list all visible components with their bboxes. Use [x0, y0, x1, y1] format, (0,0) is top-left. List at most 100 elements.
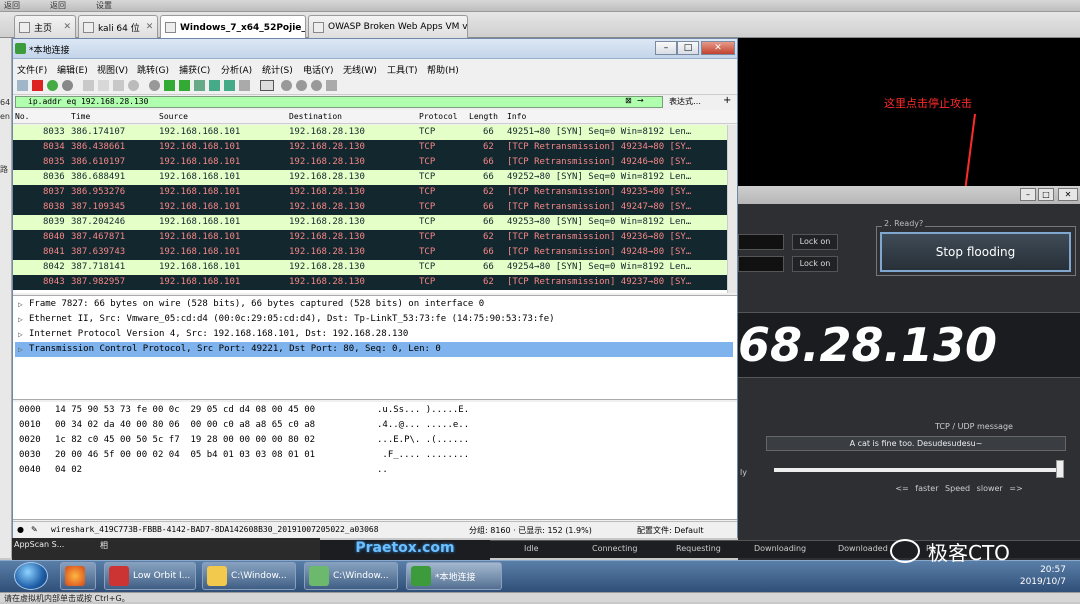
col-length[interactable]: Length	[469, 112, 498, 121]
stop-capture-icon[interactable]	[32, 80, 43, 91]
close-file-icon[interactable]	[113, 80, 124, 91]
speed-slider-track[interactable]	[774, 468, 1064, 472]
host-toolbar-item[interactable]: 返回	[50, 0, 66, 11]
menu-edit[interactable]: 编辑(E)	[57, 63, 88, 76]
edit-comment-icon[interactable]: ✎	[31, 525, 38, 534]
apply-filter-icon[interactable]: →	[637, 96, 644, 105]
table-row[interactable]: 8036 386.688491 192.168.168.101 192.168.28.…	[13, 170, 727, 185]
maximize-icon[interactable]: □	[677, 41, 699, 55]
table-row[interactable]: 8039 387.204246 192.168.168.101 192.168.28.…	[13, 215, 727, 230]
system-clock[interactable]: 20:57 2019/10/7	[1000, 564, 1066, 588]
hex-bytes[interactable]: 20 00 46 5f 00 00 02 04 05 b4 01 03 03 0…	[55, 448, 315, 463]
speed-slider-handle[interactable]	[1056, 460, 1064, 478]
taskbar-explorer-2[interactable]: C:\Window...	[304, 562, 398, 590]
col-time[interactable]: Time	[71, 112, 90, 121]
taskbar-low-orbit[interactable]: Low Orbit I...	[104, 562, 196, 590]
hex-offset[interactable]: 0020	[19, 433, 41, 448]
lock-on-ip-button[interactable]: Lock on	[792, 256, 838, 272]
taskbar-firefox[interactable]	[60, 562, 96, 590]
hex-ascii[interactable]: ...E.P\. .(......	[377, 433, 469, 448]
save-file-icon[interactable]	[98, 80, 109, 91]
close-icon[interactable]: ✕	[1058, 188, 1078, 201]
filter-expression-button[interactable]: 表达式…	[669, 96, 701, 107]
table-row[interactable]: 8040 387.467871 192.168.168.101 192.168.28.…	[13, 230, 727, 245]
table-row[interactable]: 8034 386.438661 192.168.168.101 192.168.28.…	[13, 140, 727, 155]
hex-ascii[interactable]: ..	[377, 463, 388, 478]
table-row[interactable]: 8043 387.982957 192.168.168.101 192.168.28.…	[13, 275, 727, 290]
table-row[interactable]: 8035 386.610197 192.168.168.101 192.168.28.…	[13, 155, 727, 170]
open-file-icon[interactable]	[83, 80, 94, 91]
options-gear-icon[interactable]	[62, 80, 73, 91]
hex-bytes[interactable]: 04 02	[55, 463, 82, 478]
col-no[interactable]: No.	[15, 112, 29, 121]
menu-go[interactable]: 跳转(G)	[137, 63, 169, 76]
minimize-icon[interactable]: –	[655, 41, 677, 55]
menu-capture[interactable]: 捕获(C)	[179, 63, 210, 76]
restart-capture-icon[interactable]	[47, 80, 58, 91]
close-icon[interactable]: ✕	[57, 22, 71, 32]
menu-telephony[interactable]: 电话(Y)	[303, 63, 334, 76]
display-filter-input[interactable]: ip.addr eq 192.168.28.130	[15, 96, 663, 108]
tab-kali[interactable]: kali 64 位 ✕	[78, 15, 158, 38]
detail-ipv4[interactable]: ▷ Internet Protocol Version 4, Src: 192.1…	[15, 327, 733, 342]
zoom-reset-icon[interactable]	[311, 80, 322, 91]
tab-windows7[interactable]: Windows_7_x64_52Pojie_2✕	[160, 15, 306, 39]
back-arrow-icon[interactable]	[164, 80, 175, 91]
menu-file[interactable]: 文件(F)	[17, 63, 47, 76]
table-row[interactable]: 8038 387.109345 192.168.168.101 192.168.28.…	[13, 200, 727, 215]
menu-analyze[interactable]: 分析(A)	[221, 63, 252, 76]
stop-flooding-button[interactable]: Stop flooding	[880, 232, 1071, 272]
menu-statistics[interactable]: 统计(S)	[262, 63, 293, 76]
expand-arrow-icon[interactable]: ▷	[18, 312, 23, 327]
detail-tcp[interactable]: ▷ Transmission Control Protocol, Src Port…	[15, 342, 733, 357]
tcp-message-input[interactable]: A cat is fine too. Desudesudesu~	[766, 436, 1066, 451]
menu-view[interactable]: 视图(V)	[97, 63, 128, 76]
table-row[interactable]: 8033 386.174107 192.168.168.101 192.168.28.…	[13, 125, 727, 140]
hex-ascii[interactable]: .4..@... .....e..	[377, 418, 469, 433]
start-capture-icon[interactable]	[17, 80, 28, 91]
expand-arrow-icon[interactable]: ▷	[18, 297, 23, 312]
colorize-icon[interactable]	[260, 80, 274, 91]
menu-wireless[interactable]: 无线(W)	[343, 63, 377, 76]
hex-offset[interactable]: 0000	[19, 403, 41, 418]
ip-field[interactable]	[738, 256, 784, 272]
taskbar-explorer-1[interactable]: C:\Window...	[202, 562, 296, 590]
close-icon[interactable]: ✕	[701, 41, 735, 55]
hex-bytes[interactable]: 00 34 02 da 40 00 80 06 00 00 c0 a8 a8 6…	[55, 418, 315, 433]
zoom-out-icon[interactable]	[296, 80, 307, 91]
host-toolbar-item[interactable]: 设置	[96, 0, 112, 11]
col-source[interactable]: Source	[159, 112, 188, 121]
col-info[interactable]: Info	[507, 112, 526, 121]
profile-label[interactable]: 配置文件: Default	[637, 525, 703, 536]
expand-arrow-icon[interactable]: ▷	[18, 327, 23, 342]
table-row[interactable]: 8037 386.953276 192.168.168.101 192.168.28.…	[13, 185, 727, 200]
col-protocol[interactable]: Protocol	[419, 112, 458, 121]
resize-columns-icon[interactable]	[326, 80, 337, 91]
forward-arrow-icon[interactable]	[179, 80, 190, 91]
add-filter-icon[interactable]: +	[723, 95, 731, 106]
minimize-icon[interactable]: –	[1020, 188, 1036, 201]
windows-start-icon[interactable]	[14, 562, 48, 590]
col-destination[interactable]: Destination	[289, 112, 342, 121]
packet-list-scrollbar[interactable]	[727, 125, 737, 293]
reload-icon[interactable]	[128, 80, 139, 91]
autoscroll-icon[interactable]	[239, 80, 250, 91]
menu-help[interactable]: 帮助(H)	[427, 63, 459, 76]
hex-bytes[interactable]: 14 75 90 53 73 fe 00 0c 29 05 cd d4 08 0…	[55, 403, 315, 418]
clear-filter-icon[interactable]: ⊠	[625, 96, 632, 105]
table-row[interactable]: 8041 387.639743 192.168.168.101 192.168.28.…	[13, 245, 727, 260]
url-field[interactable]	[738, 234, 784, 250]
taskbar-wireshark[interactable]: *本地连接	[406, 562, 502, 590]
maximize-icon[interactable]: □	[1038, 188, 1054, 201]
zoom-in-icon[interactable]	[281, 80, 292, 91]
first-packet-icon[interactable]	[209, 80, 220, 91]
hex-ascii[interactable]: .F_.... ........	[377, 448, 469, 463]
goto-packet-icon[interactable]	[194, 80, 205, 91]
hex-offset[interactable]: 0040	[19, 463, 41, 478]
hex-ascii[interactable]: .u.Ss... ).....E.	[377, 403, 469, 418]
detail-ethernet[interactable]: ▷ Ethernet II, Src: Vmware_05:cd:d4 (00:0…	[15, 312, 733, 327]
expert-info-icon[interactable]: ●	[17, 525, 24, 534]
close-icon[interactable]: ✕	[140, 22, 154, 32]
tab-owasp[interactable]: OWASP Broken Web Apps VM v...✕	[308, 15, 468, 38]
detail-frame[interactable]: ▷ Frame 7827: 66 bytes on wire (528 bits)…	[15, 297, 733, 312]
